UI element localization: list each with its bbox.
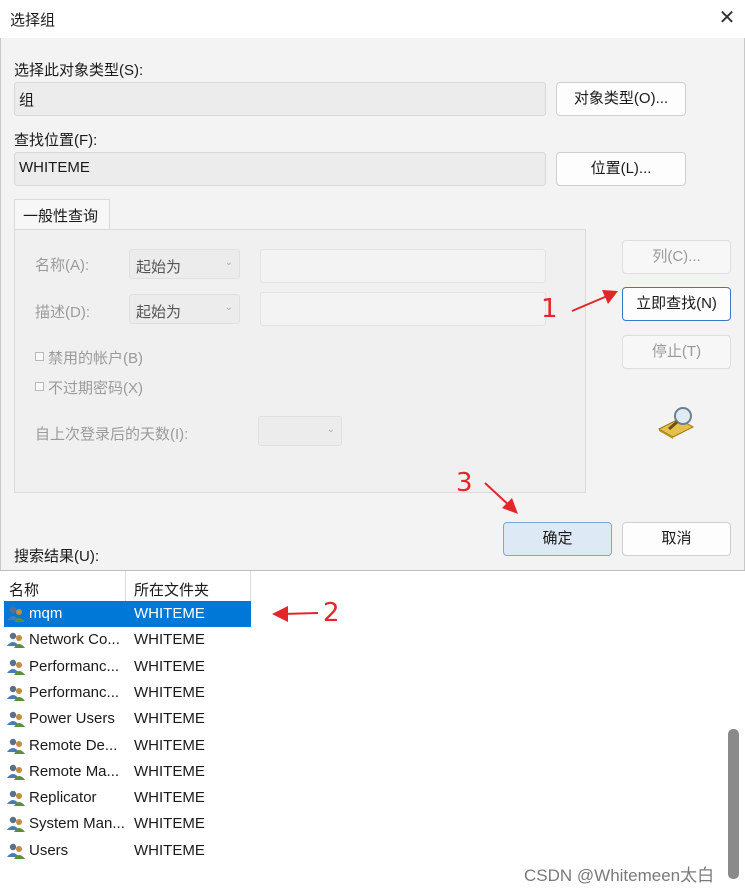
description-mode-select[interactable]: 起始为 ⌄ — [129, 294, 240, 324]
column-divider[interactable] — [250, 571, 251, 601]
column-divider[interactable] — [125, 571, 126, 601]
name-mode-value: 起始为 — [136, 259, 182, 276]
users-group-icon — [6, 841, 26, 861]
row-name: Performanc... — [29, 657, 120, 675]
object-type-field: 组 — [14, 82, 546, 116]
row-folder: WHITEME — [134, 736, 205, 754]
chevron-down-icon: ⌄ — [224, 302, 233, 313]
users-group-icon — [6, 683, 26, 703]
magnifier-search-icon — [657, 407, 695, 439]
columns-button[interactable]: 列(C)... — [622, 240, 731, 274]
users-group-icon — [6, 604, 26, 624]
tab-general-query[interactable]: 一般性查询 — [14, 199, 110, 230]
table-row[interactable]: Performanc... WHITEME — [4, 654, 251, 680]
table-row[interactable]: Power Users WHITEME — [4, 706, 251, 732]
object-types-button[interactable]: 对象类型(O)... — [556, 82, 686, 116]
row-name: Power Users — [29, 710, 115, 728]
disabled-accounts-checkbox[interactable] — [35, 352, 44, 361]
table-row[interactable]: Network Co... WHITEME — [4, 627, 251, 653]
title-bar: 选择组 ✕ — [0, 0, 745, 38]
description-mode-value: 起始为 — [136, 304, 182, 321]
days-since-logon-select[interactable]: ⌄ — [258, 416, 342, 446]
non-expiring-password-label: 不过期密码(X) — [48, 380, 143, 397]
annotation-number-3: 3 — [456, 468, 473, 498]
table-row[interactable]: Remote De... WHITEME — [4, 733, 251, 759]
name-label: 名称(A): — [35, 257, 90, 274]
chevron-down-icon: ⌄ — [326, 424, 335, 435]
row-name: mqm — [29, 605, 63, 622]
stop-button[interactable]: 停止(T) — [622, 335, 731, 369]
row-name: Network Co... — [29, 631, 120, 649]
row-name: Performanc... — [29, 683, 120, 701]
row-folder: WHITEME — [134, 657, 205, 675]
table-row[interactable]: Replicator WHITEME — [4, 785, 251, 811]
users-group-icon — [6, 709, 26, 729]
search-results-label: 搜索结果(U): — [14, 548, 99, 565]
ok-button[interactable]: 确定 — [503, 522, 612, 556]
search-results-list[interactable]: 名称 所在文件夹 mqm WHITEME Network Co... WHITEME P… — [0, 570, 745, 890]
table-row[interactable]: mqm WHITEME — [4, 601, 251, 627]
find-now-button[interactable]: 立即查找(N) — [622, 287, 731, 321]
row-folder: WHITEME — [134, 683, 205, 701]
close-icon[interactable]: ✕ — [712, 3, 742, 33]
table-row[interactable]: System Man... WHITEME — [4, 811, 251, 837]
locations-button[interactable]: 位置(L)... — [556, 152, 686, 186]
row-name: Remote Ma... — [29, 762, 120, 780]
row-folder: WHITEME — [134, 841, 205, 859]
description-input[interactable] — [260, 292, 546, 326]
name-input[interactable] — [260, 249, 546, 283]
users-group-icon — [6, 630, 26, 650]
row-folder: WHITEME — [134, 815, 205, 833]
name-mode-select[interactable]: 起始为 ⌄ — [129, 249, 240, 279]
non-expiring-password-checkbox[interactable] — [35, 382, 44, 391]
table-row[interactable]: Remote Ma... WHITEME — [4, 759, 251, 785]
row-folder: WHITEME — [134, 605, 205, 622]
annotation-number-1: 1 — [541, 294, 558, 324]
window-title: 选择组 — [10, 12, 56, 29]
users-group-icon — [6, 736, 26, 756]
row-folder: WHITEME — [134, 631, 205, 649]
description-label: 描述(D): — [35, 304, 90, 321]
column-header-folder[interactable]: 所在文件夹 — [134, 579, 209, 600]
annotation-arrow-2 — [272, 606, 319, 622]
chevron-down-icon: ⌄ — [224, 257, 233, 268]
row-folder: WHITEME — [134, 710, 205, 728]
row-folder: WHITEME — [134, 789, 205, 807]
object-type-label: 选择此对象类型(S): — [14, 62, 144, 79]
table-row[interactable]: Users WHITEME — [4, 838, 251, 864]
location-field: WHITEME — [14, 152, 546, 186]
watermark-text: CSDN @Whitemeen太白 — [524, 866, 715, 885]
users-group-icon — [6, 762, 26, 782]
table-row[interactable]: Performanc... WHITEME — [4, 680, 251, 706]
cancel-button[interactable]: 取消 — [622, 522, 731, 556]
row-name: Users — [29, 841, 69, 859]
days-since-logon-label: 自上次登录后的天数(I): — [35, 426, 189, 443]
users-group-icon — [6, 657, 26, 677]
annotation-arrow-1 — [571, 290, 618, 312]
row-name: Replicator — [29, 789, 97, 807]
vertical-scrollbar[interactable] — [728, 729, 739, 879]
users-group-icon — [6, 814, 26, 834]
users-group-icon — [6, 788, 26, 808]
location-label: 查找位置(F): — [14, 132, 98, 149]
column-header-name[interactable]: 名称 — [9, 579, 39, 600]
annotation-number-2: 2 — [323, 598, 340, 628]
row-name: Remote De... — [29, 736, 118, 754]
row-folder: WHITEME — [134, 762, 205, 780]
disabled-accounts-label: 禁用的帐户(B) — [48, 350, 143, 367]
row-name: System Man... — [29, 815, 125, 833]
annotation-arrow-3 — [484, 482, 518, 514]
